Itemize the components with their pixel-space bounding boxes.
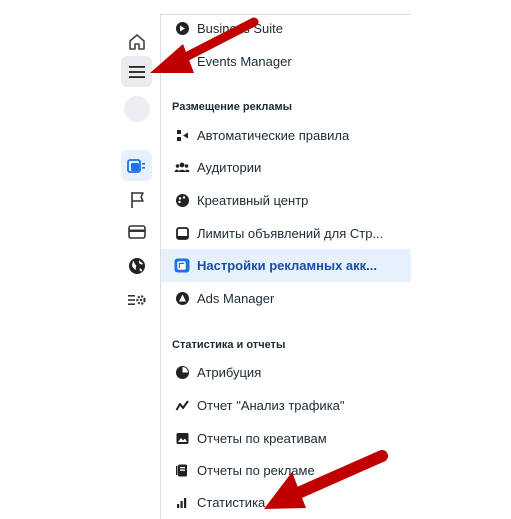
ads-manager-icon: [174, 290, 190, 306]
all-tools-panel: Business Suite Events Manager Размещение…: [161, 14, 411, 519]
menu-item-traffic-analysis[interactable]: Отчет "Анализ трафика": [161, 389, 411, 421]
ads-tools-menu-screen: Business Suite Events Manager Размещение…: [0, 0, 511, 519]
ad-accounts-button[interactable]: [121, 150, 152, 181]
business-locations-button[interactable]: [121, 250, 152, 281]
ad-account-settings-icon: [174, 258, 190, 274]
ad-limits-icon: [174, 225, 190, 241]
menu-item-creative-reports[interactable]: Отчеты по креативам: [161, 422, 411, 454]
ad-accounts-icon: [126, 158, 145, 173]
menu-item-ads-manager[interactable]: Ads Manager: [161, 282, 411, 314]
menu-item-label: Лимиты объявлений для Стр...: [197, 225, 384, 241]
home-button[interactable]: [121, 26, 152, 57]
menu-item-label: Атрибуция: [197, 364, 262, 380]
settings-button[interactable]: [121, 284, 152, 315]
menu-item-label: Креативный центр: [197, 192, 309, 208]
audiences-icon: [174, 159, 190, 175]
menu-item-label: Настройки рекламных акк...: [197, 258, 378, 273]
menu-item-ad-account-settings[interactable]: Настройки рекламных акк...: [161, 249, 411, 282]
section-title-stats: Статистика и отчеты: [172, 339, 286, 351]
creative-reports-icon: [174, 430, 190, 446]
left-icon-rail: [113, 14, 161, 519]
ads-reports-icon: [174, 462, 190, 478]
menu-item-automated-rules[interactable]: Автоматические правила: [161, 119, 411, 151]
menu-button[interactable]: [121, 56, 152, 87]
menu-item-events-manager[interactable]: Events Manager: [161, 45, 411, 77]
menu-item-ad-limits[interactable]: Лимиты объявлений для Стр...: [161, 217, 411, 249]
menu-item-label: Отчеты по креативам: [197, 430, 327, 446]
menu-item-creative-hub[interactable]: Креативный центр: [161, 184, 411, 216]
pages-button[interactable]: [121, 184, 152, 215]
menu-item-label: Events Manager: [197, 53, 292, 69]
events-manager-icon: [174, 53, 190, 69]
globe-icon: [128, 257, 145, 274]
traffic-analysis-icon: [174, 397, 190, 413]
home-icon: [128, 33, 145, 50]
statistics-icon: [174, 494, 190, 510]
menu-item-label: Отчет "Анализ трафика": [197, 397, 345, 413]
menu-item-label: Ads Manager: [197, 290, 275, 306]
business-suite-icon: [174, 20, 190, 36]
menu-item-label: Business Suite: [197, 20, 283, 36]
menu-icon: [128, 65, 145, 78]
menu-item-statistics[interactable]: Статистика: [161, 486, 411, 518]
menu-item-attribution[interactable]: Атрибуция: [161, 356, 411, 388]
menu-item-label: Автоматические правила: [197, 127, 350, 143]
menu-item-label: Аудитории: [197, 159, 262, 175]
settings-list-icon: [127, 294, 146, 305]
card-icon: [127, 224, 146, 239]
menu-item-label: Статистика: [197, 494, 266, 510]
automated-rules-icon: [174, 127, 190, 143]
billing-button[interactable]: [121, 216, 152, 247]
menu-item-ads-reports[interactable]: Отчеты по рекламе: [161, 454, 411, 486]
menu-item-label: Отчеты по рекламе: [197, 462, 315, 478]
avatar[interactable]: [124, 96, 150, 122]
section-title-ads: Размещение рекламы: [172, 101, 292, 113]
menu-item-audiences[interactable]: Аудитории: [161, 151, 411, 183]
flag-icon: [130, 191, 144, 208]
attribution-icon: [174, 364, 190, 380]
menu-item-business-suite[interactable]: Business Suite: [161, 12, 411, 44]
creative-hub-icon: [174, 192, 190, 208]
